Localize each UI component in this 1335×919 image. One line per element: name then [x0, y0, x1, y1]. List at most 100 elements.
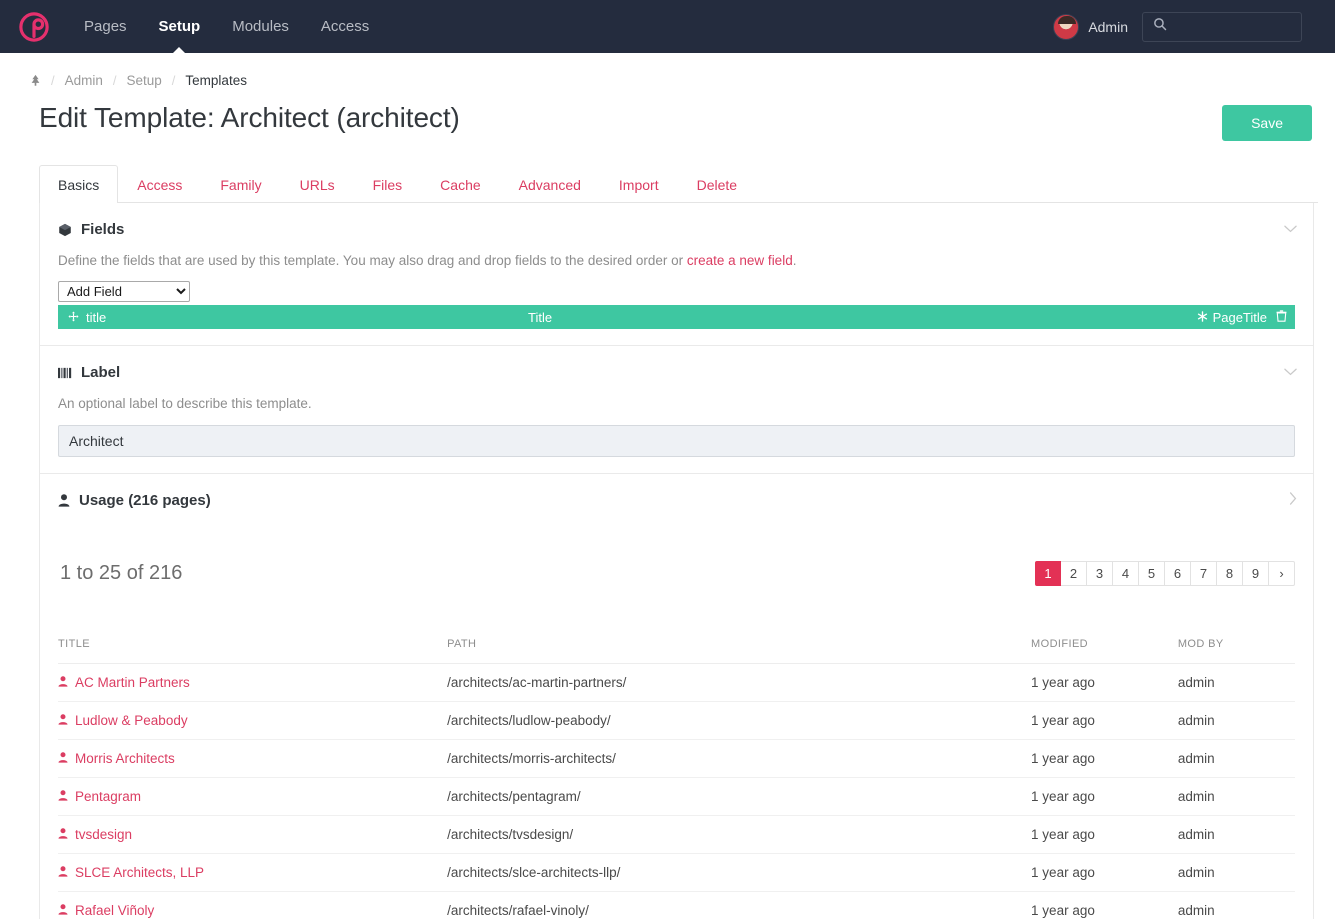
nav-item-modules[interactable]: Modules	[216, 0, 305, 53]
cell-title: Morris Architects	[58, 740, 447, 778]
cell-modified: 1 year ago	[1031, 816, 1178, 854]
page-link-label: Morris Architects	[75, 751, 175, 766]
breadcrumb-item-templates[interactable]: Templates	[185, 73, 247, 88]
cell-title: Rafael Viñoly	[58, 892, 447, 919]
usage-table-body: AC Martin Partners /architects/ac-martin…	[58, 664, 1295, 919]
pagination-page-7[interactable]: 7	[1191, 561, 1217, 586]
page-link[interactable]: Rafael Viñoly	[58, 903, 154, 918]
cell-mod-by: admin	[1178, 778, 1295, 816]
tree-icon[interactable]	[30, 74, 41, 87]
pagination-page-4[interactable]: 4	[1113, 561, 1139, 586]
nav-item-access[interactable]: Access	[305, 0, 385, 53]
page-user-icon	[58, 751, 68, 766]
tab-import[interactable]: Import	[600, 165, 678, 203]
cell-path: /architects/tvsdesign/	[447, 816, 1031, 854]
pagination-page-1[interactable]: 1	[1035, 561, 1061, 586]
tab-files[interactable]: Files	[354, 165, 422, 203]
tab-basics[interactable]: Basics	[39, 165, 118, 203]
cell-mod-by: admin	[1178, 854, 1295, 892]
page-link[interactable]: SLCE Architects, LLP	[58, 865, 204, 880]
page-link-label: SLCE Architects, LLP	[75, 865, 204, 880]
usage-section-title: Usage (216 pages)	[79, 492, 211, 509]
usage-section-header[interactable]: Usage (216 pages)	[58, 492, 1295, 509]
page-link-label: Ludlow & Peabody	[75, 713, 188, 728]
tab-cache[interactable]: Cache	[421, 165, 499, 203]
table-row[interactable]: AC Martin Partners /architects/ac-martin…	[58, 664, 1295, 702]
table-row[interactable]: Morris Architects /architects/morris-arc…	[58, 740, 1295, 778]
logo-wrap[interactable]	[0, 12, 68, 42]
table-row[interactable]: Ludlow & Peabody /architects/ludlow-peab…	[58, 702, 1295, 740]
search-box[interactable]	[1142, 12, 1302, 42]
tab-delete[interactable]: Delete	[678, 165, 756, 203]
pagination-page-5[interactable]: 5	[1139, 561, 1165, 586]
breadcrumb-item-admin[interactable]: Admin	[65, 73, 103, 88]
fields-description: Define the fields that are used by this …	[58, 253, 1295, 268]
pagination-page-8[interactable]: 8	[1217, 561, 1243, 586]
breadcrumb-item-setup[interactable]: Setup	[127, 73, 162, 88]
table-row[interactable]: Rafael Viñoly /architects/rafael-vinoly/…	[58, 892, 1295, 919]
pagination-page-9[interactable]: 9	[1243, 561, 1269, 586]
fields-description-text: Define the fields that are used by this …	[58, 253, 687, 268]
add-field-select[interactable]: Add Field	[58, 281, 190, 302]
page-user-icon	[58, 903, 68, 918]
pagination-page-6[interactable]: 6	[1165, 561, 1191, 586]
page-link[interactable]: Morris Architects	[58, 751, 175, 766]
chevron-down-icon[interactable]	[1284, 221, 1297, 237]
cell-path: /architects/morris-architects/	[447, 740, 1031, 778]
table-row[interactable]: SLCE Architects, LLP /architects/slce-ar…	[58, 854, 1295, 892]
usage-body: 1 to 25 of 216 1 2 3 4 5 6 7 8 9 ›	[58, 509, 1295, 919]
tab-urls[interactable]: URLs	[281, 165, 354, 203]
pagination-page-3[interactable]: 3	[1087, 561, 1113, 586]
page-user-icon	[58, 865, 68, 880]
usage-section: Usage (216 pages) 1 to 25 of 216 1 2 3 4…	[40, 474, 1313, 919]
tab-family[interactable]: Family	[201, 165, 280, 203]
tab-advanced[interactable]: Advanced	[500, 165, 600, 203]
page-link[interactable]: tvsdesign	[58, 827, 132, 842]
column-header-title[interactable]: TITLE	[58, 638, 447, 664]
label-input[interactable]	[58, 425, 1295, 457]
cell-title: Ludlow & Peabody	[58, 702, 447, 740]
trash-icon[interactable]	[1276, 310, 1287, 325]
page-link-label: AC Martin Partners	[75, 675, 190, 690]
avatar	[1053, 14, 1079, 40]
page-link[interactable]: AC Martin Partners	[58, 675, 190, 690]
table-row[interactable]: Pentagram /architects/pentagram/ 1 year …	[58, 778, 1295, 816]
field-row-title[interactable]: title Title	[58, 305, 1295, 329]
field-row-tag-pagetitle[interactable]: PageTitle	[1197, 310, 1267, 325]
cell-title: SLCE Architects, LLP	[58, 854, 447, 892]
tab-access[interactable]: Access	[118, 165, 201, 203]
user-menu[interactable]: Admin	[1053, 14, 1128, 40]
search-input[interactable]	[1175, 19, 1291, 34]
column-header-path[interactable]: PATH	[447, 638, 1031, 664]
nav-item-setup[interactable]: Setup	[143, 0, 217, 53]
label-section-header[interactable]: Label	[58, 364, 1295, 381]
breadcrumb-sep-3: /	[172, 73, 176, 88]
processwire-logo-icon[interactable]	[19, 12, 49, 42]
move-icon[interactable]	[68, 310, 79, 325]
page-body: / Admin / Setup / Templates Edit Templat…	[0, 53, 1335, 919]
page-link-label: Rafael Viñoly	[75, 903, 154, 918]
create-new-field-link[interactable]: create a new field	[687, 253, 793, 268]
save-button[interactable]: Save	[1222, 105, 1312, 141]
nav-item-pages[interactable]: Pages	[68, 0, 143, 53]
cell-mod-by: admin	[1178, 892, 1295, 919]
cell-modified: 1 year ago	[1031, 892, 1178, 919]
result-count: 1 to 25 of 216	[58, 562, 182, 585]
page-user-icon	[58, 713, 68, 728]
chevron-right-icon[interactable]	[1289, 492, 1297, 509]
page-user-icon	[58, 789, 68, 804]
table-row[interactable]: tvsdesign /architects/tvsdesign/ 1 year …	[58, 816, 1295, 854]
cell-modified: 1 year ago	[1031, 778, 1178, 816]
pagination-next-button[interactable]: ›	[1269, 561, 1295, 586]
pagination-page-2[interactable]: 2	[1061, 561, 1087, 586]
basics-panel: Fields Define the fields that are used b…	[39, 203, 1314, 919]
fields-section: Fields Define the fields that are used b…	[40, 203, 1313, 346]
chevron-down-icon[interactable]	[1284, 364, 1297, 380]
column-header-modified[interactable]: MODIFIED	[1031, 638, 1178, 664]
column-header-mod-by[interactable]: MOD BY	[1178, 638, 1295, 664]
search-icon	[1153, 17, 1167, 36]
page-user-icon	[58, 675, 68, 690]
page-link[interactable]: Pentagram	[58, 789, 141, 804]
page-link[interactable]: Ludlow & Peabody	[58, 713, 188, 728]
fields-section-header[interactable]: Fields	[58, 221, 1295, 238]
